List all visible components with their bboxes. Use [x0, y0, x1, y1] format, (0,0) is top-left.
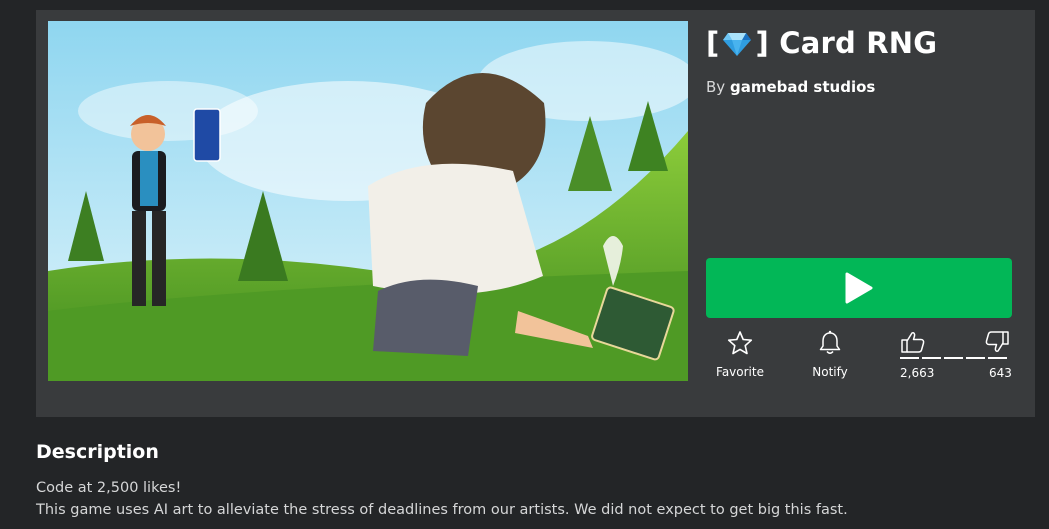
- upvote-count: 2,663: [900, 366, 935, 380]
- description-line: Code at 2,500 likes!: [36, 480, 182, 496]
- downvote-count: 643: [989, 366, 1012, 380]
- thumbs-up-icon: [901, 332, 925, 353]
- notify-label: Notify: [812, 365, 848, 379]
- downvote-button[interactable]: [984, 330, 1014, 358]
- creator-link[interactable]: gamebad studios: [730, 78, 875, 96]
- description-heading: Description: [36, 441, 159, 463]
- game-thumbnail[interactable]: [48, 21, 688, 381]
- creator-line: By gamebad studios: [706, 78, 875, 96]
- star-icon: [727, 331, 753, 355]
- favorite-button[interactable]: Favorite: [705, 330, 775, 379]
- upvote-button[interactable]: [900, 330, 930, 358]
- bell-icon: [819, 330, 841, 354]
- notify-button[interactable]: Notify: [795, 330, 865, 379]
- vote-ratio-bar: [900, 357, 1010, 359]
- title-prefix: [: [706, 26, 720, 60]
- game-title: [ ] Card RNG: [706, 26, 937, 60]
- game-details-panel: [ ] Card RNG By gamebad studios Favorite…: [36, 10, 1035, 417]
- diamond-gem-icon: [722, 30, 752, 56]
- favorite-label: Favorite: [716, 365, 764, 379]
- play-button[interactable]: [706, 258, 1012, 318]
- game-page: [ ] Card RNG By gamebad studios Favorite…: [0, 0, 1049, 529]
- thumbnail-artwork: [48, 21, 688, 381]
- title-text: ] Card RNG: [755, 26, 938, 60]
- thumbs-down-icon: [985, 331, 1009, 352]
- description-line: This game uses AI art to alleviate the s…: [36, 502, 848, 518]
- play-icon: [845, 272, 873, 304]
- creator-prefix: By: [706, 78, 726, 96]
